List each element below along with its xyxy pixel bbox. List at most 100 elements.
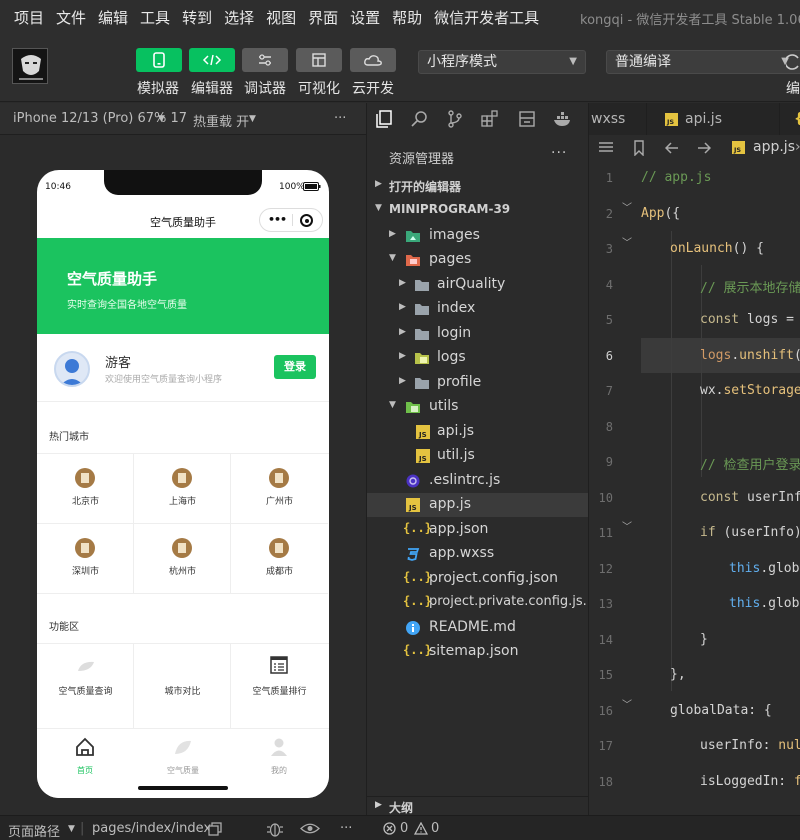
leaf-icon [175,740,191,754]
simulator-more-button[interactable]: ··· [334,111,346,126]
menu-help[interactable]: 帮助 [386,7,428,28]
function-cell[interactable]: 城市对比 [134,644,231,730]
tree-item-images[interactable]: ▶ images [367,224,589,248]
function-cell[interactable]: 空气质量排行 [231,644,328,730]
line-number: 14 [598,633,613,647]
more-options-button[interactable]: ··· [340,821,352,836]
tree-item-utils[interactable]: ▼ utils [367,395,589,419]
tab-home[interactable]: 首页 [55,737,115,776]
tree-item-api-js[interactable]: JS api.js [367,420,589,444]
menu-project[interactable]: 项目 [8,7,50,28]
function-cell[interactable]: 空气质量查询 [37,644,134,730]
tree-item-readme[interactable]: README.md [367,616,589,640]
capsule-menu[interactable]: ••• [259,208,323,232]
arrow-right-icon[interactable] [697,141,711,155]
simulator-toggle-button[interactable] [136,48,182,72]
city-cell[interactable]: 杭州市 [134,524,231,594]
fold-chevron-icon[interactable]: ﹀ [622,518,632,533]
cloud-storage-icon[interactable] [518,110,536,128]
list-icon[interactable] [598,141,614,155]
login-button[interactable]: 登录 [274,355,316,379]
error-count[interactable]: 0 [400,821,408,836]
more-dots-icon[interactable]: ••• [268,213,287,226]
chevron-right-icon: ▶ [399,376,406,386]
error-icon[interactable] [383,822,396,835]
chevron-down-icon[interactable]: ▼ [158,114,165,124]
arrow-left-icon[interactable] [665,141,679,155]
fold-chevron-icon[interactable]: ﹀ [622,696,632,711]
menu-tools[interactable]: 工具 [134,7,176,28]
tree-item-index[interactable]: ▶ index [367,297,589,321]
refresh-icon[interactable] [786,52,800,72]
fold-chevron-icon[interactable]: ﹀ [622,199,632,214]
tree-item-app-json[interactable]: {..} app.json [367,518,589,542]
user-avatar-icon [54,351,90,387]
city-cell[interactable]: 上海市 [134,454,231,524]
extensions-icon[interactable] [481,110,499,128]
editor-toggle-button[interactable] [189,48,235,72]
bug-icon[interactable] [266,821,284,837]
tree-item-profile[interactable]: ▶ profile [367,371,589,395]
cloud-dev-toggle-button[interactable] [350,48,396,72]
user-avatar[interactable] [12,48,48,84]
tree-item-eslintrc[interactable]: .eslintrc.js [367,469,589,493]
fold-chevron-icon[interactable]: ﹀ [622,234,632,249]
code-editor[interactable]: 1 2 3 4 5 6 7 8 9 10 11 12 13 14 15 16 1… [588,161,800,815]
chevron-down-icon[interactable]: ▼ [68,824,75,834]
tab-api-js[interactable]: api.js [685,103,722,135]
tab-air-quality[interactable]: 空气质量 [153,737,213,776]
tree-item-sitemap[interactable]: {..} sitemap.json [367,640,589,664]
hot-reload-toggle[interactable]: 热重载 开 [193,111,249,130]
warning-count[interactable]: 0 [431,821,439,836]
menu-wechat-devtools[interactable]: 微信开发者工具 [428,7,545,28]
docker-icon[interactable] [553,110,573,128]
tab-profile[interactable]: 我的 [249,737,309,776]
city-cell[interactable]: 成都市 [231,524,328,594]
code-token: unshift [739,348,794,363]
menu-interface[interactable]: 界面 [302,7,344,28]
tree-item-pages[interactable]: ▼ pages [367,248,589,272]
menu-view[interactable]: 视图 [260,7,302,28]
menu-file[interactable]: 文件 [50,7,92,28]
warning-icon[interactable] [414,822,428,835]
breadcrumb-file[interactable]: app.js [753,139,795,155]
menu-edit[interactable]: 编辑 [92,7,134,28]
explorer-more-button[interactable]: ··· [551,145,567,161]
tree-item-app-js[interactable]: JS app.js [367,493,589,517]
page-path[interactable]: pages/index/index [92,821,211,836]
page-path-label[interactable]: 页面路径 [8,821,60,840]
city-cell[interactable]: 北京市 [37,454,134,524]
project-header[interactable]: ▼ MINIPROGRAM-39 [367,199,589,223]
status-battery: 100% [279,182,305,192]
close-target-icon[interactable] [300,214,313,227]
eye-icon[interactable] [300,822,320,835]
tree-item-airquality[interactable]: ▶ airQuality [367,273,589,297]
menu-settings[interactable]: 设置 [344,7,386,28]
search-icon[interactable] [411,110,429,128]
chevron-down-icon[interactable]: ▼ [249,114,256,124]
tree-item-login[interactable]: ▶ login [367,322,589,346]
mode-select[interactable]: 小程序模式 ▼ [418,50,586,74]
outline-header[interactable]: ▶ 大纲 [367,796,589,816]
open-editors-header[interactable]: ▶ 打开的编辑器 [367,175,589,199]
line-number: 3 [605,242,613,256]
tree-item-logs[interactable]: ▶ logs [367,346,589,370]
debugger-toggle-button[interactable] [242,48,288,72]
bookmark-icon[interactable] [633,140,645,156]
tab-json[interactable]: { [794,103,800,135]
city-cell[interactable]: 深圳市 [37,524,134,594]
source-control-icon[interactable] [446,110,464,128]
compile-select[interactable]: 普通编译 ▼ [606,50,800,74]
city-cell[interactable]: 广州市 [231,454,328,524]
tree-item-project-private-config[interactable]: {..} project.private.config.js... [367,591,595,615]
city-label: 杭州市 [168,567,196,577]
tree-item-app-wxss[interactable]: app.wxss [367,542,589,566]
visual-toggle-button[interactable] [296,48,342,72]
tab-wxss[interactable]: wxss [591,103,625,135]
tree-item-util-js[interactable]: JS util.js [367,444,589,468]
menu-goto[interactable]: 转到 [176,7,218,28]
menu-select[interactable]: 选择 [218,7,260,28]
tree-item-project-config[interactable]: {..} project.config.json [367,567,589,591]
copy-icon[interactable] [208,822,222,836]
files-icon[interactable] [375,110,393,128]
